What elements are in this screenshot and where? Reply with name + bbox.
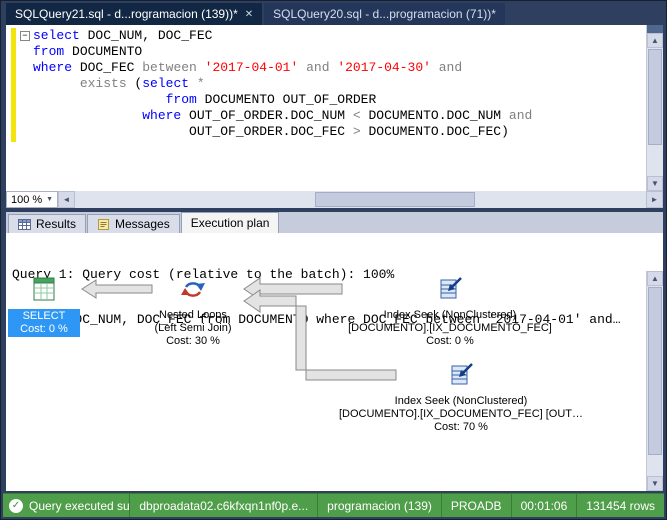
- zoom-value: 100 %: [11, 193, 43, 206]
- node-title: Index Seek (NonClustered): [394, 395, 528, 407]
- results-grid-icon: [18, 218, 31, 230]
- status-database: PROADB: [440, 494, 511, 517]
- status-bar: ✓ Query executed succe... dbproadata02.c…: [3, 493, 664, 517]
- success-check-icon: ✓: [9, 498, 23, 513]
- scrollbar-thumb[interactable]: [648, 49, 662, 145]
- document-tab-bar: SQLQuery21.sql - d...rogramacion (139))*…: [6, 3, 661, 25]
- tab-sqlquery20[interactable]: SQLQuery20.sql - d...programacion (71))*: [264, 3, 505, 25]
- plan-node-label: SELECT Cost: 0 %: [8, 309, 80, 337]
- scroll-left-icon[interactable]: ◄: [58, 191, 75, 208]
- code-line[interactable]: select DOC_NUM, DOC_FEC: [33, 28, 643, 44]
- code-line[interactable]: from DOCUMENTO: [33, 44, 643, 60]
- select-result-icon: [33, 277, 55, 301]
- tab-label: Results: [36, 217, 77, 231]
- scrollbar-thumb[interactable]: [314, 192, 475, 207]
- tab-results[interactable]: Results: [8, 214, 87, 233]
- plan-node-index-seek-top[interactable]: Index Seek (NonClustered) [DOCUMENTO].[I…: [344, 275, 556, 348]
- scroll-up-icon[interactable]: ▲: [647, 33, 663, 48]
- scroll-up-icon[interactable]: ▲: [647, 271, 663, 286]
- results-tab-bar: Results Messages Execution plan: [6, 212, 663, 233]
- node-cost: Cost: 0 %: [20, 323, 68, 335]
- tab-sqlquery21[interactable]: SQLQuery21.sql - d...rogramacion (139))*…: [6, 3, 263, 25]
- tab-messages[interactable]: Messages: [87, 214, 180, 233]
- plan-node-index-seek-bottom[interactable]: Index Seek (NonClustered) [DOCUMENTO].[I…: [336, 361, 586, 434]
- status-message: Query executed succe...: [29, 498, 130, 513]
- index-seek-icon: [451, 363, 473, 385]
- change-tracking-bar: [11, 28, 16, 142]
- code-line[interactable]: where DOC_FEC between '2017-04-01' and '…: [33, 60, 643, 76]
- zoom-select[interactable]: 100 % ▼: [6, 191, 58, 208]
- code-fold-collapse-icon[interactable]: −: [20, 31, 30, 41]
- code-line[interactable]: exists (select *: [33, 76, 643, 92]
- splitter-handle[interactable]: [647, 25, 663, 33]
- sql-code[interactable]: select DOC_NUM, DOC_FEC from DOCUMENTO whe…: [33, 28, 643, 140]
- messages-note-icon: [98, 218, 110, 230]
- node-title: SELECT: [22, 310, 66, 322]
- tab-execution-plan[interactable]: Execution plan: [180, 212, 280, 233]
- plan-node-select[interactable]: SELECT Cost: 0 %: [8, 275, 80, 337]
- execution-plan-pane: Query 1: Query cost (relative to the bat…: [6, 233, 663, 491]
- editor-bottom-bar: 100 % ▼ ◄ ►: [6, 191, 663, 208]
- plan-canvas[interactable]: SELECT Cost: 0 % Nested Loops (Left Semi…: [6, 269, 646, 491]
- node-object: [DOCUMENTO].[IX_DOCUMENTO_FEC] [OUT…: [338, 408, 584, 420]
- status-server: dbproadata02.c6kfxqn1nf0p.e...: [129, 494, 317, 517]
- node-title: Index Seek (NonClustered): [383, 309, 517, 321]
- horizontal-scrollbar[interactable]: [75, 191, 646, 208]
- close-icon[interactable]: ✕: [245, 9, 253, 20]
- scroll-down-icon[interactable]: ▼: [647, 476, 663, 491]
- ssms-window: SQLQuery21.sql - d...rogramacion (139))*…: [0, 0, 667, 520]
- code-line[interactable]: from DOCUMENTO OUT_OF_ORDER: [33, 92, 643, 108]
- node-title: Nested Loops: [159, 309, 227, 321]
- tab-label: SQLQuery20.sql - d...programacion (71))*: [273, 7, 496, 21]
- node-subtitle: (Left Semi Join): [154, 322, 232, 334]
- index-seek-icon: [440, 277, 462, 299]
- editor-vertical-scrollbar[interactable]: ▲ ▼: [646, 25, 663, 191]
- node-cost: Cost: 70 %: [434, 421, 488, 433]
- status-duration: 00:01:06: [510, 494, 577, 517]
- tab-label: Execution plan: [190, 216, 270, 230]
- scroll-down-icon[interactable]: ▼: [647, 176, 663, 191]
- chevron-down-icon: ▼: [46, 196, 53, 203]
- code-line[interactable]: where OUT_OF_ORDER.DOC_NUM < DOCUMENTO.D…: [33, 108, 643, 124]
- sql-editor[interactable]: − select DOC_NUM, DOC_FEC from DOCUMENTO w…: [6, 25, 663, 191]
- tab-label: Messages: [115, 217, 170, 231]
- node-object: [DOCUMENTO].[IX_DOCUMENTO_FEC]: [348, 322, 552, 334]
- tab-label: SQLQuery21.sql - d...rogramacion (139))*: [15, 7, 238, 21]
- status-login: programacion (139): [317, 494, 441, 517]
- node-cost: Cost: 0 %: [426, 335, 474, 347]
- scroll-right-icon[interactable]: ►: [646, 191, 663, 208]
- scrollbar-thumb[interactable]: [648, 287, 662, 455]
- plan-vertical-scrollbar[interactable]: ▲ ▼: [646, 271, 663, 491]
- code-line[interactable]: OUT_OF_ORDER.DOC_FEC > DOCUMENTO.DOC_FEC…: [33, 124, 643, 140]
- node-cost: Cost: 30 %: [166, 335, 220, 347]
- nested-loops-icon: [181, 282, 205, 297]
- plan-node-nested-loops[interactable]: Nested Loops (Left Semi Join) Cost: 30 %: [137, 275, 249, 348]
- status-row-count: 131454 rows: [576, 494, 664, 517]
